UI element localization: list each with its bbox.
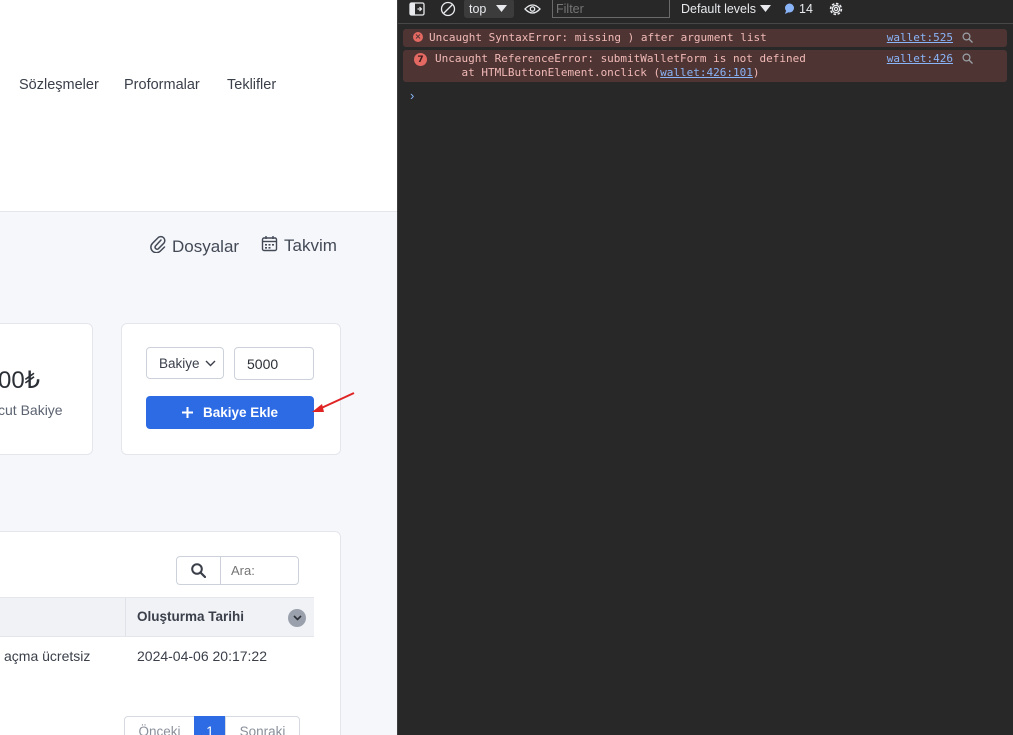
nav-item-proformas[interactable]: Proformalar	[124, 77, 200, 93]
search-input[interactable]	[220, 556, 299, 585]
stack-prefix: at HTMLButtonElement.onclick (	[435, 66, 661, 79]
error-stack-line: at HTMLButtonElement.onclick (wallet:426…	[435, 66, 760, 80]
sidebar-toggle-icon[interactable]	[409, 0, 425, 17]
console-error-message: × Uncaught SyntaxError: missing ) after …	[403, 29, 1007, 47]
amount-input[interactable]	[234, 347, 314, 380]
sort-toggle-button[interactable]	[288, 609, 306, 627]
eye-icon[interactable]	[524, 0, 541, 17]
wallet-form-card	[121, 323, 341, 455]
calendar-link[interactable]: Takvim	[261, 235, 337, 257]
console-prompt[interactable]: ›	[410, 88, 414, 103]
gear-icon[interactable]	[827, 0, 845, 17]
annotation-arrow-icon	[312, 392, 355, 412]
issues-count: 14	[799, 1, 813, 16]
files-label: Dosyalar	[172, 236, 240, 256]
select-value: Bakiye	[159, 355, 200, 371]
console-toolbar: top Default levels 14	[398, 0, 1013, 24]
triangle-down-icon	[760, 4, 772, 13]
log-levels-label: Default levels	[681, 1, 757, 16]
paperclip-icon	[150, 235, 166, 258]
pagination-prev[interactable]: Önceki	[124, 716, 195, 735]
files-link[interactable]: Dosyalar	[150, 235, 239, 258]
chevron-down-icon	[205, 360, 216, 367]
search-icon[interactable]	[962, 32, 973, 47]
chevron-down-icon	[292, 615, 302, 621]
console-error-message: 7 Uncaught ReferenceError: submitWalletF…	[403, 50, 1007, 82]
pagination-page-1[interactable]: 1	[194, 716, 226, 735]
repeat-count-badge: 7	[414, 53, 427, 66]
issues-counter[interactable]: 14	[784, 0, 813, 17]
search-button[interactable]	[176, 556, 221, 585]
console-filter-input[interactable]	[552, 0, 670, 18]
search-icon[interactable]	[962, 53, 973, 68]
balance-label: cut Bakiye	[0, 402, 63, 418]
column-header-created-at[interactable]: Oluşturma Tarihi	[137, 609, 244, 624]
calendar-label: Takvim	[284, 236, 337, 255]
balance-value: 00₺	[0, 367, 40, 394]
search-icon	[191, 563, 206, 578]
stack-suffix: )	[752, 66, 760, 79]
stack-source-link[interactable]: wallet:426:101	[660, 66, 753, 79]
triangle-down-icon	[496, 4, 508, 13]
add-balance-label: Bakiye Ekle	[202, 405, 279, 420]
message-bubble-icon	[784, 3, 795, 14]
pagination-next[interactable]: Sonraki	[225, 716, 300, 735]
column-divider	[125, 598, 126, 636]
plus-icon	[181, 407, 193, 418]
error-text: Uncaught SyntaxError: missing ) after ar…	[429, 31, 767, 44]
web-page: Sözleşmeler Proformalar Teklifler Dosyal…	[0, 0, 397, 735]
calendar-icon	[261, 235, 278, 257]
balance-type-select[interactable]: Bakiye	[146, 347, 224, 379]
table-cell-created-at: 2024-04-06 20:17:22	[137, 648, 267, 664]
log-levels-dropdown[interactable]: Default levels	[681, 0, 772, 17]
error-icon: ×	[413, 32, 423, 42]
context-selector[interactable]: top	[464, 0, 514, 18]
devtools-console-panel: top Default levels 14 × Uncaught SyntaxE	[397, 0, 1013, 735]
table-header: Oluşturma Tarihi	[0, 597, 314, 637]
table-cell-description: açma ücretsiz	[4, 648, 91, 664]
add-balance-button[interactable]: Bakiye Ekle	[146, 396, 314, 429]
clear-console-icon[interactable]	[440, 0, 456, 17]
context-label: top	[469, 1, 487, 16]
top-navigation: Sözleşmeler Proformalar Teklifler	[0, 0, 397, 212]
nav-item-offers[interactable]: Teklifler	[227, 77, 276, 93]
error-text: Uncaught ReferenceError: submitWalletFor…	[435, 52, 806, 65]
error-source-link[interactable]: wallet:525	[887, 31, 953, 45]
nav-item-contracts[interactable]: Sözleşmeler	[19, 77, 99, 93]
error-source-link[interactable]: wallet:426	[887, 52, 953, 66]
